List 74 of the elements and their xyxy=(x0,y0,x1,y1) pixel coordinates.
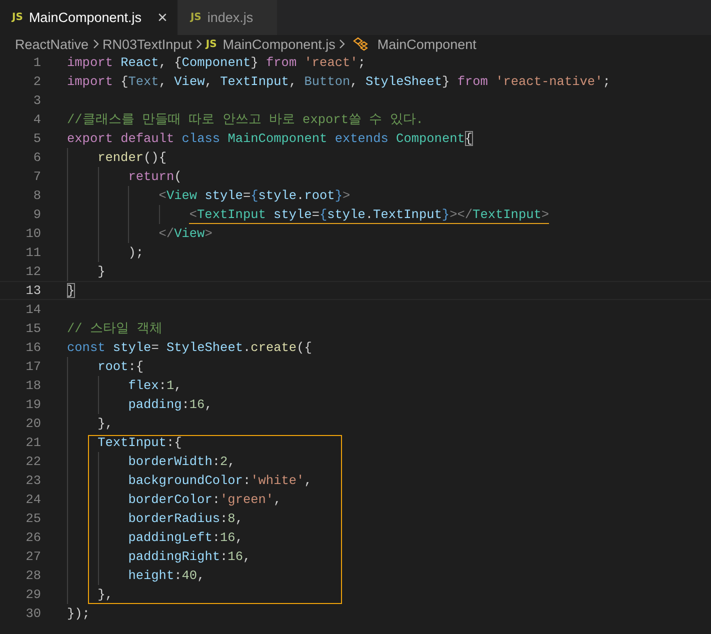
line-number: 4 xyxy=(32,111,41,129)
code-line: }, xyxy=(98,586,113,604)
editor-tab[interactable]: JS index.js xyxy=(178,0,278,35)
breadcrumb-item[interactable]: ReactNative xyxy=(15,36,89,52)
tab-label: MainComponent.js xyxy=(28,10,142,25)
line-number: 23 xyxy=(24,472,41,490)
line-number: 7 xyxy=(32,168,41,186)
code-line: padding:16, xyxy=(128,396,212,414)
code-line: import React, {Component} from 'react'; xyxy=(67,54,366,72)
line-number: 2 xyxy=(32,73,41,91)
line-number: 16 xyxy=(24,339,41,357)
chevron-icon xyxy=(92,39,100,49)
line-number: 6 xyxy=(32,149,41,167)
js-file-icon: JS xyxy=(12,12,23,23)
line-number: 1 xyxy=(32,54,41,72)
breadcrumb-item[interactable]: MainComponent xyxy=(377,36,476,52)
line-number: 9 xyxy=(32,206,41,224)
line-number: 27 xyxy=(24,548,41,566)
code-line: // 스타일 객체 xyxy=(67,320,163,338)
line-number: 17 xyxy=(24,358,41,376)
line-number: 11 xyxy=(24,244,41,262)
code-line: paddingRight:16, xyxy=(128,548,251,566)
js-file-icon: JS xyxy=(206,38,217,50)
code-line: }); xyxy=(67,605,90,623)
code-line: return( xyxy=(128,168,182,186)
js-file-icon: JS xyxy=(190,12,202,23)
code-line: </View> xyxy=(158,225,212,243)
close-icon[interactable]: × xyxy=(158,9,168,26)
code-line: import {Text, View, TextInput, Button, StyleSheet} from 'react-native'; xyxy=(67,73,610,91)
line-number: 19 xyxy=(24,396,41,414)
code-line: } xyxy=(67,282,75,299)
line-number: 22 xyxy=(24,453,41,471)
line-number: 14 xyxy=(24,301,41,319)
line-number: 12 xyxy=(24,263,41,281)
line-number: 28 xyxy=(24,567,41,585)
line-number: 30 xyxy=(24,605,41,623)
code-line: TextInput:{ xyxy=(98,434,182,452)
code-line: } xyxy=(98,263,106,281)
code-line: root:{ xyxy=(98,358,144,376)
code-line: borderColor:'green', xyxy=(128,491,282,509)
code-line: borderRadius:8, xyxy=(128,510,243,528)
line-number: 10 xyxy=(24,225,41,243)
code-line: const style= StyleSheet.create({ xyxy=(67,339,312,357)
line-number: 29 xyxy=(24,586,41,604)
editor-tab[interactable]: JS MainComponent.js × xyxy=(0,0,178,35)
code-line: render(){ xyxy=(98,149,166,167)
code-line: <TextInput style={style.TextInput}></TextInput> xyxy=(189,205,550,224)
line-number: 5 xyxy=(32,130,41,148)
line-number: 18 xyxy=(24,377,41,395)
breadcrumb-item[interactable]: MainComponent.js xyxy=(222,36,336,52)
line-number: 15 xyxy=(24,320,41,338)
tab-label: index.js xyxy=(207,10,254,25)
line-number: 3 xyxy=(32,92,41,110)
chevron-icon xyxy=(338,39,346,49)
code-line: backgroundColor:'white', xyxy=(128,472,312,490)
code-line: }, xyxy=(98,415,113,433)
code-line: flex:1, xyxy=(128,377,182,395)
line-number: 20 xyxy=(24,415,41,433)
line-number: 24 xyxy=(24,491,41,509)
code-line: height:40, xyxy=(128,567,205,585)
code-line: paddingLeft:16, xyxy=(128,529,243,547)
line-number: 8 xyxy=(32,187,41,205)
code-line: borderWidth:2, xyxy=(128,453,236,471)
line-number: 13 xyxy=(24,282,41,299)
chevron-icon xyxy=(194,39,203,49)
code-line: export default class MainComponent extends Component{ xyxy=(67,130,473,148)
code-line: ); xyxy=(128,244,144,262)
breadcrumb-item[interactable]: RN03TextInput xyxy=(102,36,192,52)
line-number: 26 xyxy=(24,529,41,547)
line-number: 25 xyxy=(24,510,41,528)
class-icon xyxy=(352,36,368,52)
code-line: <View style={style.root}> xyxy=(158,187,350,205)
code-line: //클래스를 만들때 따로 안쓰고 바로 export쓸 수 있다. xyxy=(67,111,424,129)
line-number: 21 xyxy=(24,434,41,452)
